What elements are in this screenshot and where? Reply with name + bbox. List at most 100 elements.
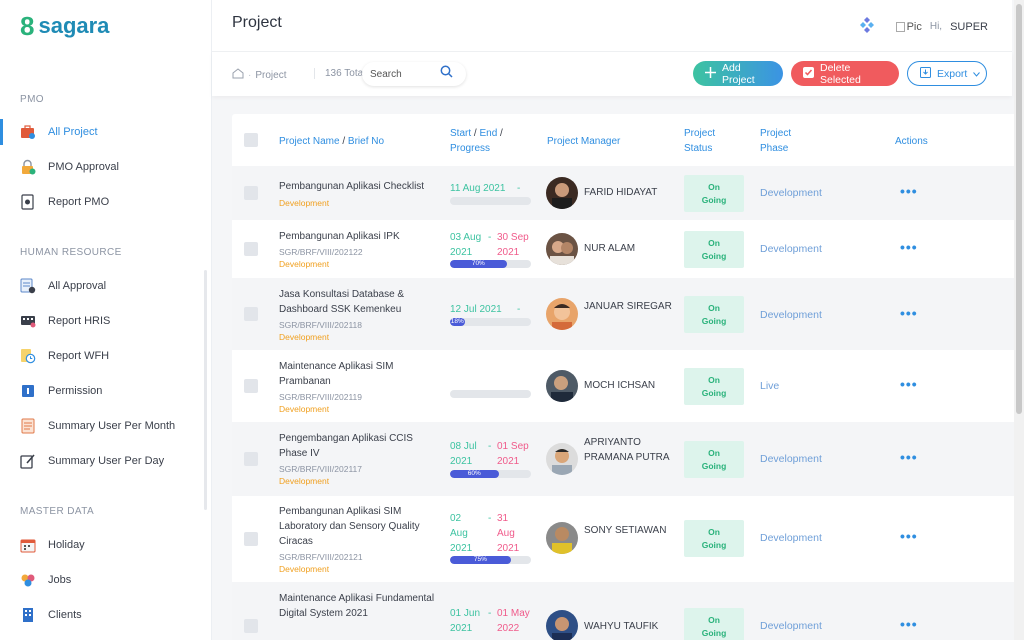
- date-dash: -: [488, 513, 492, 524]
- keyboard-report-icon: [20, 313, 36, 329]
- avatar[interactable]: Pic: [895, 20, 922, 33]
- project-phase: Development: [760, 187, 822, 199]
- row-checkbox[interactable]: [244, 379, 258, 393]
- status-badge: On Going: [684, 231, 744, 268]
- search-icon[interactable]: [440, 65, 453, 83]
- table-row[interactable]: Pembangunan Aplikasi SIM Laboratory dan …: [232, 496, 1020, 582]
- more-actions-icon[interactable]: •••: [900, 183, 918, 199]
- home-icon[interactable]: [232, 68, 244, 82]
- sidebar-item-summary-user-per-day[interactable]: Summary User Per Day: [0, 446, 212, 476]
- header-progress: Progress: [450, 143, 491, 154]
- project-phase: Development: [760, 532, 822, 544]
- search-box: [362, 62, 466, 86]
- sidebar-item-jobs[interactable]: Jobs: [0, 565, 212, 595]
- column-header-dates[interactable]: Start / End / Progress: [450, 126, 530, 156]
- sidebar-item-label: Summary User Per Month: [48, 420, 176, 432]
- sidebar-item-label: Report WFH: [48, 350, 110, 362]
- sidebar-item-report-wfh[interactable]: Report WFH: [0, 341, 212, 371]
- project-name[interactable]: Jasa Konsultasi Database & Dashboard SSK…: [279, 287, 439, 343]
- date-range: 03 Aug - 30 Sep 2021 2021: [450, 230, 532, 260]
- export-label: Export: [937, 67, 968, 80]
- row-checkbox[interactable]: [244, 452, 258, 466]
- export-button[interactable]: Export: [907, 61, 987, 86]
- project-name[interactable]: Maintenance Aplikasi SIM Prambanan SGR/B…: [279, 359, 439, 415]
- table-row[interactable]: Jasa Konsultasi Database & Dashboard SSK…: [232, 278, 1020, 350]
- row-checkbox[interactable]: [244, 532, 258, 546]
- section-title-pmo: PMO: [20, 94, 44, 105]
- row-checkbox[interactable]: [244, 307, 258, 321]
- end-date: 30 Sep: [497, 232, 529, 243]
- column-header-manager[interactable]: Project Manager: [547, 134, 620, 149]
- lock-check-icon: [20, 159, 36, 175]
- more-actions-icon[interactable]: •••: [900, 376, 918, 392]
- brief-no: SGR/BRF/VIII/202117: [279, 464, 362, 474]
- table-row[interactable]: Pembangunan Aplikasi IPK SGR/BRF/VIII/20…: [232, 220, 1020, 278]
- status-text: On Going: [701, 614, 727, 638]
- more-actions-icon[interactable]: •••: [900, 305, 918, 321]
- logo[interactable]: 8 sagara: [20, 13, 109, 39]
- project-manager: SONY SETIAWAN: [584, 525, 667, 536]
- add-project-button[interactable]: Add Project: [693, 61, 783, 86]
- sidebar-item-label: Report HRIS: [48, 315, 111, 327]
- row-checkbox[interactable]: [244, 619, 258, 633]
- more-actions-icon[interactable]: •••: [900, 239, 918, 255]
- sidebar-item-report-pmo[interactable]: Report PMO: [0, 187, 212, 217]
- table-header: Project Name / Brief No Start / End / Pro…: [232, 114, 1020, 166]
- calendar-icon: [20, 537, 36, 553]
- start-date: 01 Jun: [450, 608, 481, 619]
- more-actions-icon[interactable]: •••: [900, 616, 918, 632]
- column-header-name[interactable]: Project Name / Brief No: [279, 134, 384, 149]
- project-name[interactable]: Pembangunan Aplikasi IPK SGR/BRF/VIII/20…: [279, 229, 439, 270]
- project-name[interactable]: Pembangunan Aplikasi Checklist Developme…: [279, 179, 439, 209]
- avatar: [546, 443, 578, 475]
- sidebar-item-clients[interactable]: Clients: [0, 600, 212, 630]
- more-actions-icon[interactable]: •••: [900, 449, 918, 465]
- end-date: 31 Aug: [497, 513, 515, 539]
- chevron-down-icon: [973, 68, 981, 80]
- project-name[interactable]: Pengembangan Aplikasi CCIS Phase IV SGR/…: [279, 431, 439, 487]
- sidebar-item-all-approval[interactable]: All Approval: [0, 271, 212, 301]
- header-slash: /: [339, 136, 348, 147]
- row-checkbox[interactable]: [244, 242, 258, 256]
- end-year: 2022: [497, 623, 520, 634]
- column-header-phase[interactable]: Project Phase: [760, 126, 810, 156]
- avatar-alt-text: Pic: [906, 20, 922, 33]
- sidebar-item-all-project[interactable]: All Project: [0, 117, 212, 147]
- project-manager: NUR ALAM: [584, 243, 636, 254]
- status-badge: On Going: [684, 520, 744, 557]
- select-all-checkbox[interactable]: [244, 133, 258, 147]
- project-name[interactable]: Pembangunan Aplikasi SIM Laboratory dan …: [279, 504, 439, 575]
- project-title: Jasa Konsultasi Database & Dashboard SSK…: [279, 289, 405, 315]
- toolbar: · Project 136 Total Add Project Delete S…: [212, 52, 1012, 96]
- progress-fill: 18%: [450, 318, 465, 326]
- user-name[interactable]: SUPER: [950, 21, 988, 33]
- row-checkbox[interactable]: [244, 186, 258, 200]
- date-range: 12 Jul 2021 -: [450, 302, 532, 317]
- sidebar-scrollbar[interactable]: [204, 270, 207, 510]
- sidebar-item-report-hris[interactable]: Report HRIS: [0, 306, 212, 336]
- search-input[interactable]: [370, 68, 440, 80]
- sidebar-item-label: All Approval: [48, 280, 107, 292]
- column-header-status[interactable]: Project Status: [684, 126, 734, 156]
- sidebar-item-permission[interactable]: Permission: [0, 376, 212, 406]
- more-actions-icon[interactable]: •••: [900, 528, 918, 544]
- table-row[interactable]: Maintenance Aplikasi SIM Prambanan SGR/B…: [232, 350, 1020, 422]
- table-row[interactable]: Maintenance Aplikasi Fundamental Digital…: [232, 582, 1020, 640]
- avatar: [546, 233, 578, 265]
- table-row[interactable]: Pembangunan Aplikasi Checklist Developme…: [232, 166, 1020, 220]
- project-title: Pembangunan Aplikasi SIM Laboratory dan …: [279, 506, 420, 547]
- delete-selected-label: Delete Selected: [820, 61, 861, 86]
- app-switcher-icon[interactable]: [859, 17, 874, 36]
- sidebar-item-pmo-approval[interactable]: PMO Approval: [0, 152, 212, 182]
- permission-icon: [20, 383, 36, 399]
- page-scrollbar-thumb[interactable]: [1016, 4, 1022, 414]
- start-date: 03 Aug: [450, 232, 482, 243]
- phase-tag: Development: [279, 476, 330, 486]
- brief-no: SGR/BRF/VIII/202121: [279, 552, 363, 562]
- sidebar-item-holiday[interactable]: Holiday: [0, 530, 212, 560]
- delete-selected-button[interactable]: Delete Selected: [791, 61, 899, 86]
- table-row[interactable]: Pengembangan Aplikasi CCIS Phase IV SGR/…: [232, 422, 1020, 496]
- project-name[interactable]: Maintenance Aplikasi Fundamental Digital…: [279, 591, 439, 621]
- sidebar-item-summary-user-per-month[interactable]: Summary User Per Month: [0, 411, 212, 441]
- page-scrollbar[interactable]: [1014, 0, 1024, 640]
